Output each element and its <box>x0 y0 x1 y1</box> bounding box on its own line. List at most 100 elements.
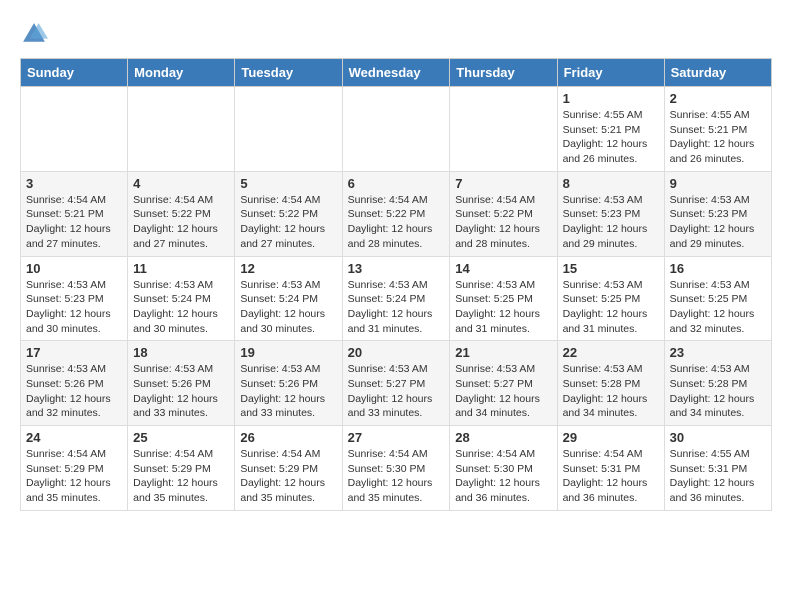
day-detail: Sunrise: 4:55 AMSunset: 5:21 PMDaylight:… <box>563 108 659 167</box>
calendar-cell: 10 Sunrise: 4:53 AMSunset: 5:23 PMDayligh… <box>21 256 128 341</box>
day-detail: Sunrise: 4:54 AMSunset: 5:21 PMDaylight:… <box>26 193 122 252</box>
day-number: 20 <box>348 345 445 360</box>
weekday-header: Wednesday <box>342 59 450 87</box>
weekday-header-row: SundayMondayTuesdayWednesdayThursdayFrid… <box>21 59 772 87</box>
calendar-cell: 6Sunrise: 4:54 AMSunset: 5:22 PMDaylight… <box>342 171 450 256</box>
day-number: 15 <box>563 261 659 276</box>
calendar-cell: 27 Sunrise: 4:54 AMSunset: 5:30 PMDayligh… <box>342 426 450 511</box>
day-number: 28 <box>455 430 551 445</box>
day-detail: Sunrise: 4:54 AMSunset: 5:30 PMDaylight:… <box>348 447 445 506</box>
day-detail: Sunrise: 4:53 AMSunset: 5:27 PMDaylight:… <box>348 362 445 421</box>
day-detail: Sunrise: 4:54 AMSunset: 5:29 PMDaylight:… <box>133 447 229 506</box>
calendar-cell: 13 Sunrise: 4:53 AMSunset: 5:24 PMDayligh… <box>342 256 450 341</box>
calendar-week-row: 1 Sunrise: 4:55 AMSunset: 5:21 PMDaylight… <box>21 87 772 172</box>
day-number: 13 <box>348 261 445 276</box>
calendar-cell: 26 Sunrise: 4:54 AMSunset: 5:29 PMDayligh… <box>235 426 342 511</box>
logo-icon <box>20 20 48 48</box>
day-number: 7 <box>455 176 551 191</box>
day-detail: Sunrise: 4:54 AMSunset: 5:22 PMDaylight:… <box>455 193 551 252</box>
calendar-cell <box>235 87 342 172</box>
day-detail: Sunrise: 4:53 AMSunset: 5:28 PMDaylight:… <box>670 362 766 421</box>
day-detail: Sunrise: 4:54 AMSunset: 5:22 PMDaylight:… <box>133 193 229 252</box>
day-number: 1 <box>563 91 659 106</box>
calendar-cell: 15 Sunrise: 4:53 AMSunset: 5:25 PMDayligh… <box>557 256 664 341</box>
calendar-cell: 2 Sunrise: 4:55 AMSunset: 5:21 PMDaylight… <box>664 87 771 172</box>
day-number: 23 <box>670 345 766 360</box>
calendar-body: 1 Sunrise: 4:55 AMSunset: 5:21 PMDaylight… <box>21 87 772 511</box>
calendar-cell: 25 Sunrise: 4:54 AMSunset: 5:29 PMDayligh… <box>128 426 235 511</box>
day-detail: Sunrise: 4:55 AMSunset: 5:31 PMDaylight:… <box>670 447 766 506</box>
day-number: 25 <box>133 430 229 445</box>
calendar-cell: 24 Sunrise: 4:54 AMSunset: 5:29 PMDayligh… <box>21 426 128 511</box>
calendar-week-row: 10 Sunrise: 4:53 AMSunset: 5:23 PMDayligh… <box>21 256 772 341</box>
day-detail: Sunrise: 4:54 AMSunset: 5:22 PMDaylight:… <box>348 193 445 252</box>
calendar-week-row: 24 Sunrise: 4:54 AMSunset: 5:29 PMDayligh… <box>21 426 772 511</box>
calendar-cell: 1 Sunrise: 4:55 AMSunset: 5:21 PMDaylight… <box>557 87 664 172</box>
day-detail: Sunrise: 4:54 AMSunset: 5:29 PMDaylight:… <box>26 447 122 506</box>
day-number: 18 <box>133 345 229 360</box>
day-detail: Sunrise: 4:53 AMSunset: 5:25 PMDaylight:… <box>563 278 659 337</box>
day-detail: Sunrise: 4:53 AMSunset: 5:24 PMDaylight:… <box>240 278 336 337</box>
calendar-cell <box>342 87 450 172</box>
day-number: 21 <box>455 345 551 360</box>
day-detail: Sunrise: 4:53 AMSunset: 5:23 PMDaylight:… <box>26 278 122 337</box>
day-number: 30 <box>670 430 766 445</box>
day-detail: Sunrise: 4:53 AMSunset: 5:26 PMDaylight:… <box>26 362 122 421</box>
day-number: 27 <box>348 430 445 445</box>
calendar-cell: 28 Sunrise: 4:54 AMSunset: 5:30 PMDayligh… <box>450 426 557 511</box>
weekday-header: Tuesday <box>235 59 342 87</box>
day-number: 26 <box>240 430 336 445</box>
day-detail: Sunrise: 4:53 AMSunset: 5:23 PMDaylight:… <box>563 193 659 252</box>
calendar-cell: 21 Sunrise: 4:53 AMSunset: 5:27 PMDayligh… <box>450 341 557 426</box>
calendar-cell: 11Sunrise: 4:53 AMSunset: 5:24 PMDayligh… <box>128 256 235 341</box>
day-number: 29 <box>563 430 659 445</box>
day-number: 12 <box>240 261 336 276</box>
calendar-header: SundayMondayTuesdayWednesdayThursdayFrid… <box>21 59 772 87</box>
calendar-week-row: 3Sunrise: 4:54 AMSunset: 5:21 PMDaylight… <box>21 171 772 256</box>
calendar-cell <box>450 87 557 172</box>
weekday-header: Thursday <box>450 59 557 87</box>
day-detail: Sunrise: 4:53 AMSunset: 5:24 PMDaylight:… <box>133 278 229 337</box>
day-number: 4 <box>133 176 229 191</box>
calendar-week-row: 17 Sunrise: 4:53 AMSunset: 5:26 PMDayligh… <box>21 341 772 426</box>
calendar: SundayMondayTuesdayWednesdayThursdayFrid… <box>20 58 772 511</box>
day-number: 8 <box>563 176 659 191</box>
day-detail: Sunrise: 4:54 AMSunset: 5:30 PMDaylight:… <box>455 447 551 506</box>
day-number: 24 <box>26 430 122 445</box>
calendar-cell: 29Sunrise: 4:54 AMSunset: 5:31 PMDayligh… <box>557 426 664 511</box>
day-number: 5 <box>240 176 336 191</box>
day-detail: Sunrise: 4:54 AMSunset: 5:22 PMDaylight:… <box>240 193 336 252</box>
weekday-header: Friday <box>557 59 664 87</box>
header <box>20 20 772 48</box>
day-detail: Sunrise: 4:55 AMSunset: 5:21 PMDaylight:… <box>670 108 766 167</box>
calendar-cell: 5 Sunrise: 4:54 AMSunset: 5:22 PMDaylight… <box>235 171 342 256</box>
calendar-cell: 20 Sunrise: 4:53 AMSunset: 5:27 PMDayligh… <box>342 341 450 426</box>
day-number: 2 <box>670 91 766 106</box>
calendar-cell: 30 Sunrise: 4:55 AMSunset: 5:31 PMDayligh… <box>664 426 771 511</box>
day-detail: Sunrise: 4:53 AMSunset: 5:28 PMDaylight:… <box>563 362 659 421</box>
calendar-cell: 14 Sunrise: 4:53 AMSunset: 5:25 PMDayligh… <box>450 256 557 341</box>
day-detail: Sunrise: 4:53 AMSunset: 5:23 PMDaylight:… <box>670 193 766 252</box>
day-detail: Sunrise: 4:53 AMSunset: 5:25 PMDaylight:… <box>670 278 766 337</box>
calendar-cell: 7 Sunrise: 4:54 AMSunset: 5:22 PMDaylight… <box>450 171 557 256</box>
day-detail: Sunrise: 4:53 AMSunset: 5:26 PMDaylight:… <box>240 362 336 421</box>
calendar-cell <box>21 87 128 172</box>
day-detail: Sunrise: 4:54 AMSunset: 5:29 PMDaylight:… <box>240 447 336 506</box>
weekday-header: Monday <box>128 59 235 87</box>
day-number: 10 <box>26 261 122 276</box>
day-detail: Sunrise: 4:53 AMSunset: 5:24 PMDaylight:… <box>348 278 445 337</box>
day-number: 9 <box>670 176 766 191</box>
calendar-cell: 23 Sunrise: 4:53 AMSunset: 5:28 PMDayligh… <box>664 341 771 426</box>
calendar-cell: 4 Sunrise: 4:54 AMSunset: 5:22 PMDaylight… <box>128 171 235 256</box>
day-number: 17 <box>26 345 122 360</box>
calendar-cell: 18Sunrise: 4:53 AMSunset: 5:26 PMDayligh… <box>128 341 235 426</box>
day-number: 14 <box>455 261 551 276</box>
day-detail: Sunrise: 4:53 AMSunset: 5:27 PMDaylight:… <box>455 362 551 421</box>
day-detail: Sunrise: 4:53 AMSunset: 5:25 PMDaylight:… <box>455 278 551 337</box>
calendar-cell <box>128 87 235 172</box>
weekday-header: Saturday <box>664 59 771 87</box>
calendar-cell: 22 Sunrise: 4:53 AMSunset: 5:28 PMDayligh… <box>557 341 664 426</box>
calendar-cell: 19Sunrise: 4:53 AMSunset: 5:26 PMDayligh… <box>235 341 342 426</box>
calendar-cell: 17 Sunrise: 4:53 AMSunset: 5:26 PMDayligh… <box>21 341 128 426</box>
day-number: 22 <box>563 345 659 360</box>
